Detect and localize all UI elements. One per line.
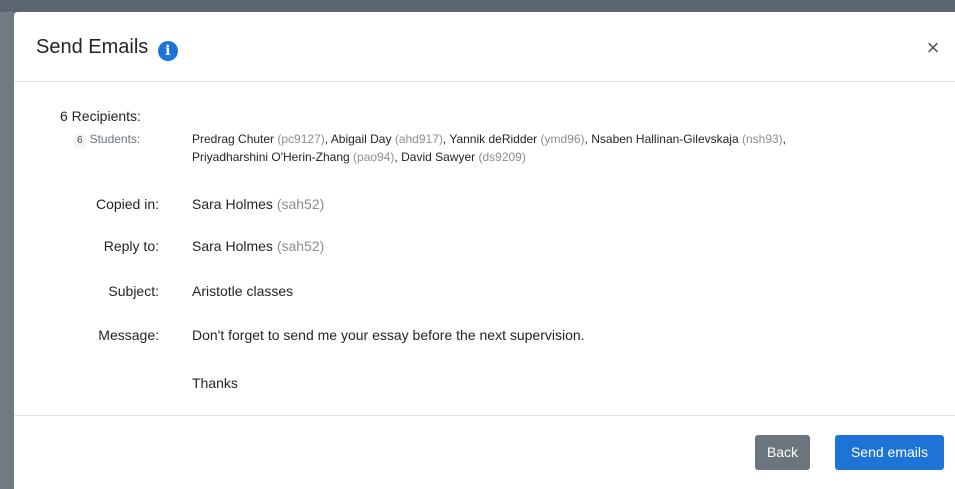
student-separator: , bbox=[782, 132, 787, 146]
modal-title-text: Send Emails bbox=[36, 36, 149, 58]
student-separator: , bbox=[442, 132, 447, 146]
message-line-2: Thanks bbox=[192, 375, 238, 391]
reply-to-uid: (sah52) bbox=[276, 238, 325, 254]
student-separator: , bbox=[584, 132, 588, 146]
student-recipient: Priyadharshini O'Herin-Zhang (pao94), bbox=[192, 150, 398, 164]
student-recipient: David Sawyer (ds9209) bbox=[401, 150, 526, 164]
page-backdrop bbox=[0, 0, 955, 12]
reply-to-label: Reply to: bbox=[103, 238, 159, 254]
footer-divider bbox=[14, 415, 955, 416]
info-circle-icon[interactable]: i bbox=[157, 41, 178, 61]
reply-to-name: Sara Holmes bbox=[192, 238, 273, 254]
copied-in-uid: (sah52) bbox=[276, 196, 325, 212]
student-uid: (ahd917) bbox=[394, 132, 443, 146]
student-name: Priyadharshini O'Herin-Zhang bbox=[192, 150, 350, 164]
student-uid: (nsh93) bbox=[741, 132, 783, 146]
subject-value: Aristotle classes bbox=[192, 283, 294, 299]
students-count-badge: 6 bbox=[74, 134, 86, 148]
copied-in-label: Copied in: bbox=[95, 196, 159, 212]
student-uid: (ymd96) bbox=[540, 132, 585, 146]
student-recipient: Nsaben Hallinan-Gilevskaja (nsh93), bbox=[591, 132, 786, 146]
subject-label: Subject: bbox=[108, 283, 159, 299]
student-name: David Sawyer bbox=[401, 150, 476, 164]
close-icon[interactable]: × bbox=[923, 37, 943, 59]
modal-title: Send Emails i bbox=[36, 34, 178, 61]
student-separator: , bbox=[324, 132, 329, 146]
student-name: Predrag Chuter bbox=[192, 132, 275, 146]
copied-in-name: Sara Holmes bbox=[192, 196, 273, 212]
student-separator: , bbox=[394, 150, 398, 164]
modal-header: Send Emails i × bbox=[14, 12, 955, 82]
students-list: Predrag Chuter (pc9127), Abigail Day (ah… bbox=[192, 130, 932, 166]
student-recipient: Predrag Chuter (pc9127), bbox=[192, 132, 328, 146]
recipients-heading: 6 Recipients: bbox=[60, 108, 141, 124]
reply-to-value: Sara Holmes (sah52) bbox=[192, 237, 324, 255]
message-label: Message: bbox=[98, 327, 159, 343]
student-uid: (pao94) bbox=[353, 150, 395, 164]
send-emails-button[interactable]: Send emails bbox=[835, 435, 944, 470]
students-label: 6 Students: bbox=[74, 131, 140, 148]
back-button[interactable]: Back bbox=[755, 435, 810, 470]
message-line-1: Don't forget to send me your essay befor… bbox=[192, 327, 585, 343]
students-label-text: Students: bbox=[89, 132, 141, 146]
student-uid: (pc9127) bbox=[277, 132, 325, 146]
send-emails-modal: Send Emails i × 6 Recipients: 6 Students:… bbox=[14, 12, 955, 489]
student-name: Abigail Day bbox=[330, 132, 392, 146]
student-uid: (ds9209) bbox=[478, 150, 526, 164]
student-recipient: Yannik deRidder (ymd96), bbox=[449, 132, 588, 146]
student-name: Nsaben Hallinan-Gilevskaja bbox=[591, 132, 739, 146]
student-name: Yannik deRidder bbox=[449, 132, 538, 146]
student-recipient: Abigail Day (ahd917), bbox=[331, 132, 446, 146]
copied-in-value: Sara Holmes (sah52) bbox=[192, 195, 324, 213]
